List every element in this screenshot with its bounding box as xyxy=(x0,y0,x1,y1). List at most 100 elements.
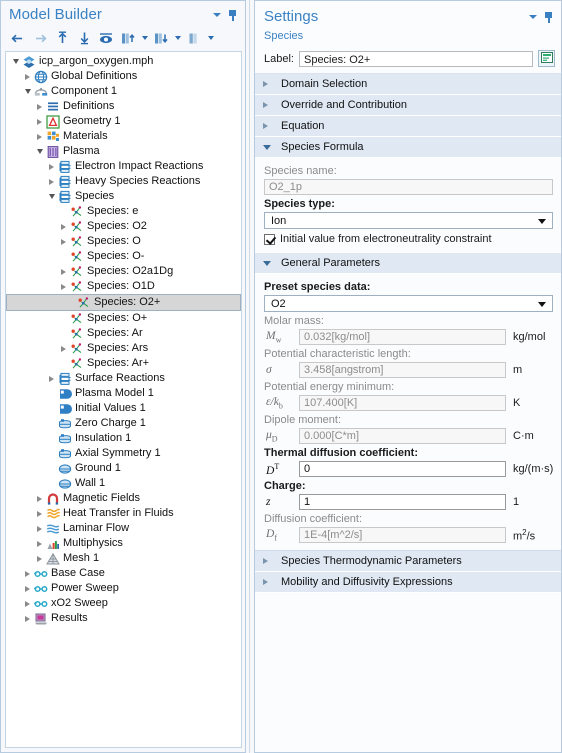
section-header-override-and-contribution[interactable]: Override and Contribution xyxy=(255,95,561,116)
chevron-right-icon[interactable] xyxy=(58,219,69,234)
show-hide-button[interactable] xyxy=(95,28,117,48)
forward-button[interactable] xyxy=(29,28,51,48)
chevron-down-icon[interactable] xyxy=(34,144,45,159)
chevron-right-icon[interactable] xyxy=(22,596,33,611)
electroneutrality-checkbox-row[interactable]: Initial value from electroneutrality con… xyxy=(264,233,553,245)
chevron-down-icon[interactable] xyxy=(529,15,537,19)
tree-row[interactable]: Species: O2 xyxy=(6,219,241,234)
pin-icon[interactable] xyxy=(228,9,237,21)
tree-row[interactable]: Materials xyxy=(6,129,241,144)
tree-row[interactable]: Axial Symmetry 1 xyxy=(6,446,241,461)
tree-row[interactable]: Surface Reactions xyxy=(6,371,241,386)
tree-row[interactable]: Species: e xyxy=(6,204,241,219)
chevron-right-icon[interactable] xyxy=(34,114,45,129)
field-input-potential-characteristic-length[interactable]: 3.458[angstrom] xyxy=(299,362,506,378)
pane-splitter[interactable] xyxy=(246,0,254,753)
tree-row[interactable]: Definitions xyxy=(6,99,241,114)
chevron-right-icon[interactable] xyxy=(22,581,33,596)
chevron-right-icon[interactable] xyxy=(34,506,45,521)
tree-row[interactable]: Mesh 1 xyxy=(6,551,241,566)
tree-row[interactable]: Laminar Flow xyxy=(6,521,241,536)
chevron-down-icon[interactable] xyxy=(46,189,57,204)
tree-row[interactable]: Heat Transfer in Fluids xyxy=(6,506,241,521)
chevron-right-icon[interactable] xyxy=(22,566,33,581)
chevron-right-icon[interactable] xyxy=(34,129,45,144)
chevron-right-icon[interactable] xyxy=(46,371,57,386)
tree-row[interactable]: Zero Charge 1 xyxy=(6,416,241,431)
section-header-mobility-and-diffusivity-expressions[interactable]: Mobility and Diffusivity Expressions xyxy=(255,572,561,593)
chevron-down-icon[interactable] xyxy=(213,13,221,17)
section-header-general-parameters[interactable]: General Parameters xyxy=(255,253,561,274)
chevron-right-icon[interactable] xyxy=(22,69,33,84)
chevron-right-icon[interactable] xyxy=(58,234,69,249)
chevron-right-icon[interactable] xyxy=(46,159,57,174)
section-header-domain-selection[interactable]: Domain Selection xyxy=(255,74,561,95)
tree-row[interactable]: Base Case xyxy=(6,566,241,581)
tree-row[interactable]: Plasma Model 1 xyxy=(6,386,241,401)
chevron-right-icon[interactable] xyxy=(34,551,45,566)
field-input-molar-mass[interactable]: 0.032[kg/mol] xyxy=(299,329,506,345)
tree-row[interactable]: Electron Impact Reactions xyxy=(6,159,241,174)
rename-button[interactable] xyxy=(538,50,555,67)
expand-all-button[interactable] xyxy=(150,28,172,48)
back-button[interactable] xyxy=(7,28,29,48)
preset-species-select[interactable]: O2 xyxy=(264,295,553,312)
electroneutrality-checkbox[interactable] xyxy=(264,233,275,245)
tree-row[interactable]: Heavy Species Reactions xyxy=(6,174,241,189)
chevron-right-icon[interactable] xyxy=(58,341,69,356)
chevron-right-icon[interactable] xyxy=(46,174,57,189)
tree-row[interactable]: Species xyxy=(6,189,241,204)
tree-row[interactable]: Species: Ar xyxy=(6,326,241,341)
tree-row[interactable]: Results xyxy=(6,611,241,626)
species-type-select[interactable]: Ion xyxy=(264,212,553,229)
chevron-down-icon[interactable] xyxy=(22,84,33,99)
tree-row[interactable]: Species: O+ xyxy=(6,311,241,326)
collapse-all-caret[interactable] xyxy=(139,28,150,48)
tree-row-selected[interactable]: Species: O2+ xyxy=(6,294,241,311)
tree-row[interactable]: Species: O1D xyxy=(6,279,241,294)
expand-all-caret[interactable] xyxy=(172,28,183,48)
field-input-dipole-moment[interactable]: 0.000[C*m] xyxy=(299,428,506,444)
collapse-all-button[interactable] xyxy=(117,28,139,48)
tree-row[interactable]: Magnetic Fields xyxy=(6,491,241,506)
chevron-right-icon[interactable] xyxy=(58,279,69,294)
tree-row[interactable]: Global Definitions xyxy=(6,69,241,84)
move-up-button[interactable] xyxy=(51,28,73,48)
tree-row[interactable]: Species: Ar+ xyxy=(6,356,241,371)
model-tree[interactable]: icp_argon_oxygen.mph Global Definitions Co… xyxy=(5,51,242,748)
tree-row[interactable]: Power Sweep xyxy=(6,581,241,596)
label-input[interactable]: Species: O2+ xyxy=(298,50,533,67)
field-input-thermal-diffusion-coefficient[interactable]: 0 xyxy=(299,461,506,477)
field-input-potential-energy-minimum[interactable]: 107.400[K] xyxy=(299,395,506,411)
tree-row[interactable]: Component 1 xyxy=(6,84,241,99)
species-name-input[interactable]: O2_1p xyxy=(264,179,553,195)
tree-row[interactable]: Species: O2a1Dg xyxy=(6,264,241,279)
chevron-down-icon[interactable] xyxy=(10,54,21,69)
tree-row[interactable]: Insulation 1 xyxy=(6,431,241,446)
pin-icon[interactable] xyxy=(544,11,553,23)
tree-row[interactable]: Geometry 1 xyxy=(6,114,241,129)
model-tree-filter-caret[interactable] xyxy=(205,28,216,48)
section-header-equation[interactable]: Equation xyxy=(255,116,561,137)
section-header-species-formula[interactable]: Species Formula xyxy=(255,137,561,158)
section-header-species-thermodynamic-parameters[interactable]: Species Thermodynamic Parameters xyxy=(255,551,561,572)
tree-row[interactable]: Species: Ars xyxy=(6,341,241,356)
model-tree-filter-button[interactable] xyxy=(183,28,205,48)
move-down-button[interactable] xyxy=(73,28,95,48)
chevron-right-icon[interactable] xyxy=(22,611,33,626)
chevron-right-icon[interactable] xyxy=(34,536,45,551)
tree-row[interactable]: Plasma xyxy=(6,144,241,159)
tree-row[interactable]: Multiphysics xyxy=(6,536,241,551)
tree-row[interactable]: Species: O xyxy=(6,234,241,249)
chevron-right-icon[interactable] xyxy=(58,264,69,279)
chevron-right-icon[interactable] xyxy=(34,99,45,114)
chevron-right-icon[interactable] xyxy=(34,521,45,536)
tree-row[interactable]: Wall 1 xyxy=(6,476,241,491)
field-input-charge[interactable]: 1 xyxy=(299,494,506,510)
chevron-right-icon[interactable] xyxy=(34,491,45,506)
tree-row[interactable]: Ground 1 xyxy=(6,461,241,476)
tree-row[interactable]: xO2 Sweep xyxy=(6,596,241,611)
tree-row[interactable]: Initial Values 1 xyxy=(6,401,241,416)
tree-row[interactable]: Species: O- xyxy=(6,249,241,264)
field-input-diffusion-coefficient[interactable]: 1E-4[m^2/s] xyxy=(299,527,506,543)
